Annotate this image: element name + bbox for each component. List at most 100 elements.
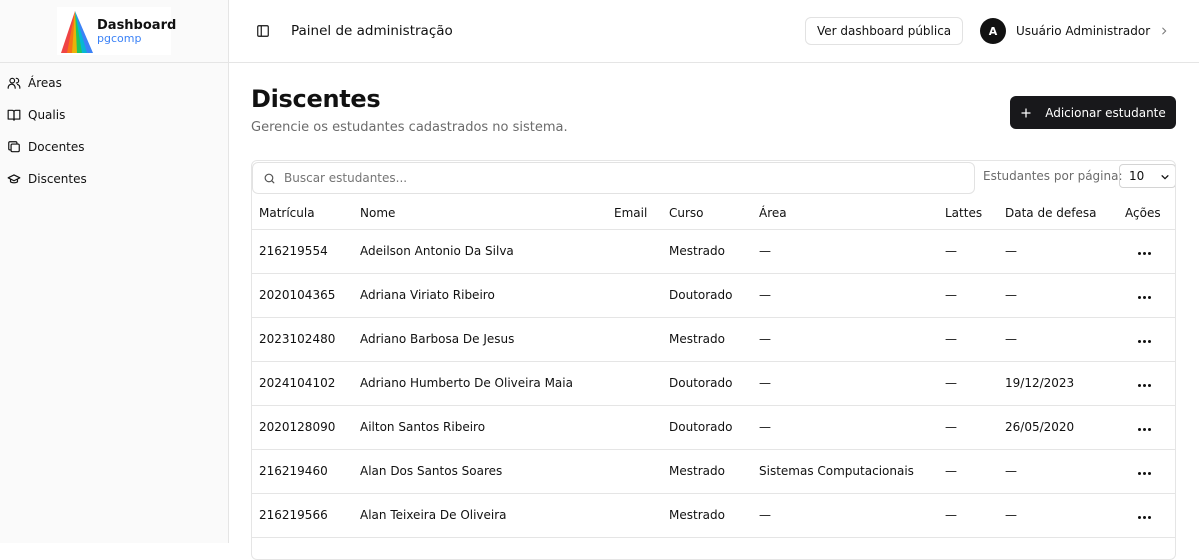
table-row[interactable]: 2020104365Adriana Viriato Ribeiro Doutora…: [252, 273, 1176, 317]
cell-matricula: 2024104102: [252, 361, 353, 405]
cell-email: [607, 405, 662, 449]
cell-area: —: [752, 361, 938, 405]
cell-email: [607, 273, 662, 317]
students-table: Matrícula Nome Email Curso Área Lattes D…: [252, 197, 1176, 538]
cell-nome: Adriana Viriato Ribeiro: [353, 273, 607, 317]
cell-lattes: —: [938, 361, 998, 405]
table-header-row: Matrícula Nome Email Curso Área Lattes D…: [252, 197, 1176, 229]
header-title: Painel de administração: [291, 23, 453, 39]
logo[interactable]: Dashboard pgcomp: [57, 7, 171, 55]
logo-area: Dashboard pgcomp: [0, 0, 228, 63]
search-input[interactable]: [284, 171, 934, 185]
cell-email: [607, 361, 662, 405]
sidebar-toggle-button[interactable]: [256, 24, 270, 38]
search-icon: [263, 172, 276, 185]
cell-lattes: —: [938, 449, 998, 493]
cell-actions: [1118, 229, 1176, 273]
column-header: Ações: [1118, 197, 1176, 229]
sidebar: Dashboard pgcomp Áreas Qualis Docentes D…: [0, 0, 229, 543]
table-row[interactable]: 216219554Adeilson Antonio Da Silva Mestra…: [252, 229, 1176, 273]
cell-email: [607, 449, 662, 493]
column-header[interactable]: Nome: [353, 197, 607, 229]
column-header[interactable]: Área: [752, 197, 938, 229]
more-actions-icon[interactable]: [1138, 252, 1151, 255]
page-title: Discentes: [251, 85, 380, 113]
sidebar-item-discentes[interactable]: Discentes: [0, 163, 228, 195]
more-actions-icon[interactable]: [1138, 428, 1151, 431]
cell-nome: Adriano Humberto De Oliveira Maia: [353, 361, 607, 405]
cell-matricula: 216219460: [252, 449, 353, 493]
column-header[interactable]: Email: [607, 197, 662, 229]
cell-area: —: [752, 405, 938, 449]
cell-data-defesa: —: [998, 273, 1118, 317]
cell-matricula: 2020128090: [252, 405, 353, 449]
cell-lattes: —: [938, 405, 998, 449]
cell-area: —: [752, 317, 938, 361]
cell-actions: [1118, 361, 1176, 405]
cell-email: [607, 493, 662, 537]
column-header[interactable]: Lattes: [938, 197, 998, 229]
sidebar-item-label: Áreas: [28, 76, 62, 90]
column-header[interactable]: Data de defesa: [998, 197, 1118, 229]
logo-subtitle: pgcomp: [97, 33, 176, 44]
logo-mark-icon: [57, 7, 97, 55]
cell-actions: [1118, 273, 1176, 317]
cell-matricula: 2023102480: [252, 317, 353, 361]
public-dashboard-button[interactable]: Ver dashboard pública: [805, 17, 963, 45]
students-table-card: Estudantes por página: 10 Matrícula Nome…: [251, 160, 1176, 560]
more-actions-icon[interactable]: [1138, 384, 1151, 387]
cell-actions: [1118, 317, 1176, 361]
column-header[interactable]: Curso: [662, 197, 752, 229]
more-actions-icon[interactable]: [1138, 296, 1151, 299]
more-actions-icon[interactable]: [1138, 516, 1151, 519]
avatar: A: [980, 18, 1006, 44]
cell-data-defesa: 26/05/2020: [998, 405, 1118, 449]
cell-curso: Doutorado: [662, 273, 752, 317]
graduation-cap-icon: [7, 172, 21, 186]
sidebar-item-qualis[interactable]: Qualis: [0, 99, 228, 131]
sidebar-item-areas[interactable]: Áreas: [0, 67, 228, 99]
per-page-label: Estudantes por página:: [983, 169, 1123, 183]
search-box[interactable]: [252, 162, 975, 194]
table-row[interactable]: 2024104102Adriano Humberto De Oliveira M…: [252, 361, 1176, 405]
add-student-button[interactable]: Adicionar estudante: [1010, 96, 1176, 129]
table-row[interactable]: 216219460Alan Dos Santos SoaresMestradoS…: [252, 449, 1176, 493]
book-open-icon: [7, 108, 21, 122]
panel-left-icon: [256, 24, 270, 38]
cell-email: [607, 229, 662, 273]
table-row[interactable]: 216219566Alan Teixeira De OliveiraMestra…: [252, 493, 1176, 537]
page-subtitle: Gerencie os estudantes cadastrados no si…: [251, 120, 568, 135]
cell-curso: Doutorado: [662, 361, 752, 405]
cell-data-defesa: —: [998, 317, 1118, 361]
cell-area: Sistemas Computacionais: [752, 449, 938, 493]
cell-lattes: —: [938, 273, 998, 317]
more-actions-icon[interactable]: [1138, 340, 1151, 343]
users-icon: [7, 76, 21, 90]
cell-nome: Adeilson Antonio Da Silva: [353, 229, 607, 273]
cell-nome: Alan Dos Santos Soares: [353, 449, 607, 493]
sidebar-item-docentes[interactable]: Docentes: [0, 131, 228, 163]
cell-curso: Mestrado: [662, 317, 752, 361]
cell-curso: Doutorado: [662, 405, 752, 449]
cell-matricula: 216219554: [252, 229, 353, 273]
cell-matricula: 2020104365: [252, 273, 353, 317]
cell-curso: Mestrado: [662, 493, 752, 537]
cell-lattes: —: [938, 317, 998, 361]
cell-nome: Alan Teixeira De Oliveira: [353, 493, 607, 537]
cell-data-defesa: —: [998, 493, 1118, 537]
cell-nome: Adriano Barbosa De Jesus: [353, 317, 607, 361]
main-content: Discentes Gerencie os estudantes cadastr…: [229, 63, 1199, 543]
table-row[interactable]: 2023102480Adriano Barbosa De Jesus Mestra…: [252, 317, 1176, 361]
cell-curso: Mestrado: [662, 229, 752, 273]
user-menu[interactable]: A Usuário Administrador: [980, 17, 1169, 45]
cell-actions: [1118, 405, 1176, 449]
more-actions-icon[interactable]: [1138, 472, 1151, 475]
column-header[interactable]: Matrícula: [252, 197, 353, 229]
per-page-select[interactable]: 10: [1119, 164, 1176, 188]
cell-actions: [1118, 449, 1176, 493]
cell-actions: [1118, 493, 1176, 537]
cell-area: —: [752, 493, 938, 537]
cell-area: —: [752, 229, 938, 273]
cell-data-defesa: —: [998, 449, 1118, 493]
table-row[interactable]: 2020128090Ailton Santos RibeiroDoutorado…: [252, 405, 1176, 449]
